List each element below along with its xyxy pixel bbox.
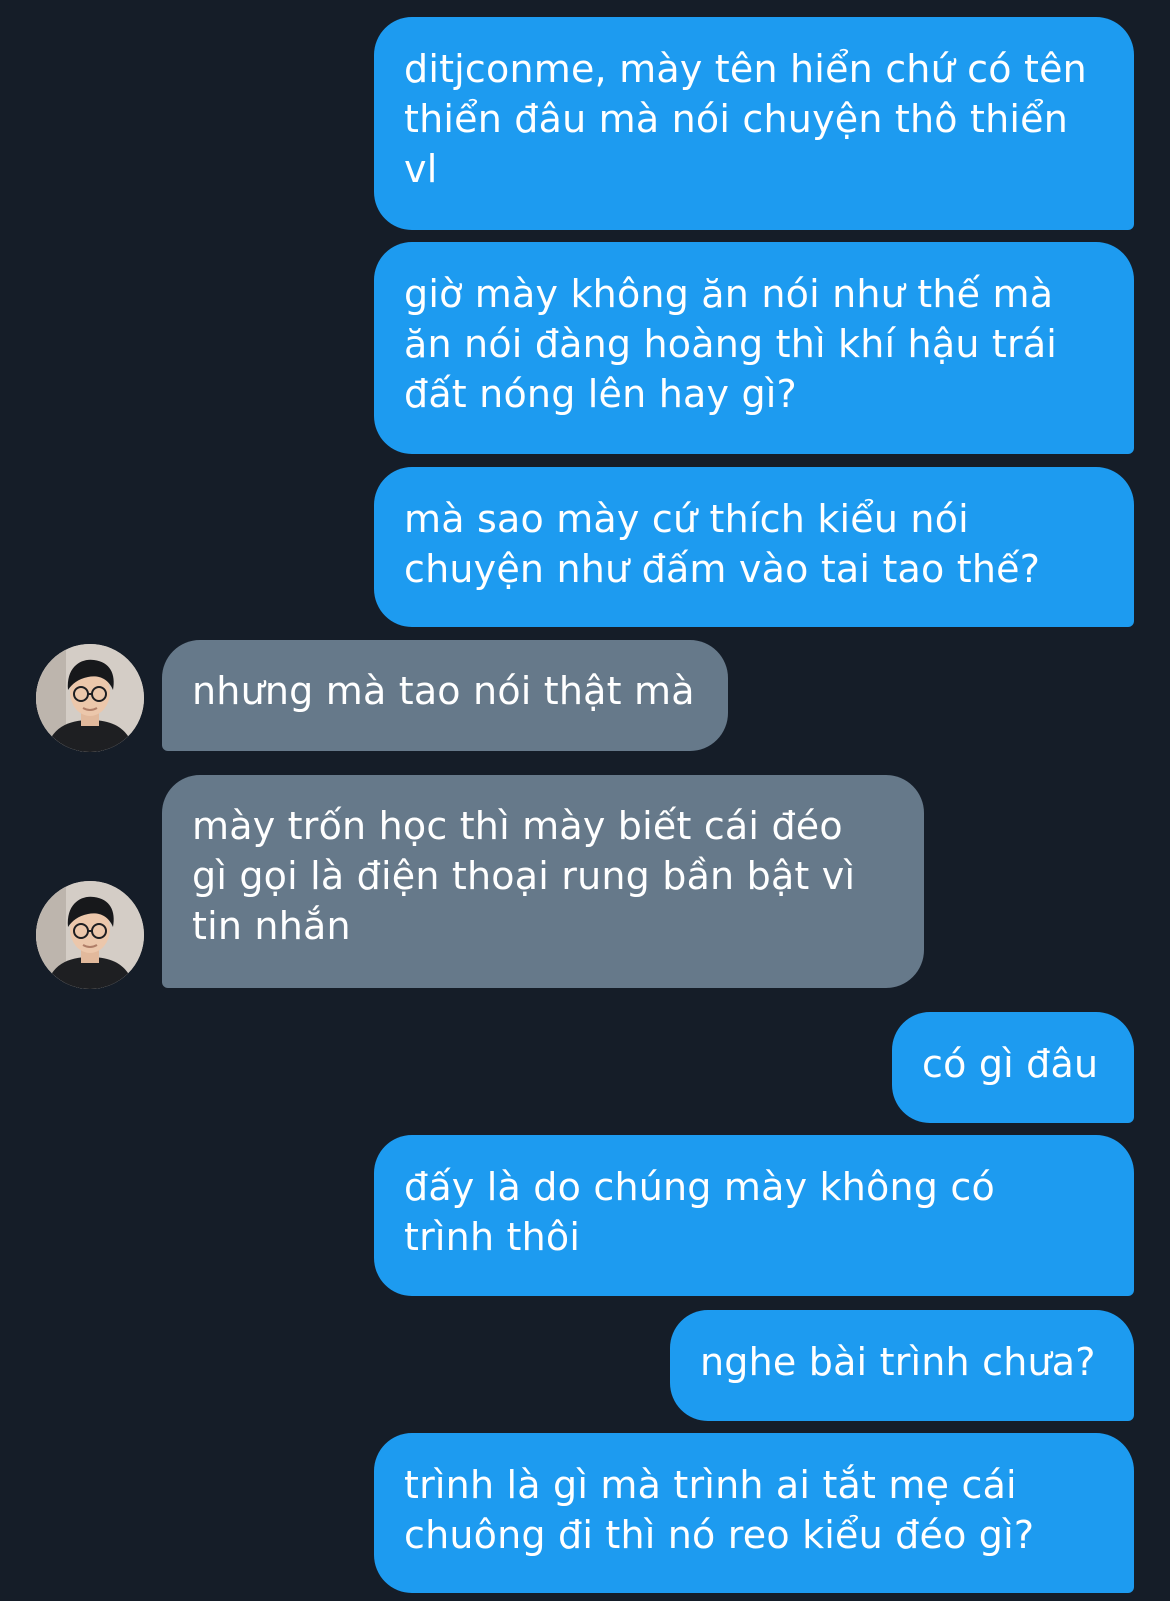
chat-thread: ditjconme, mày tên hiển chứ có tên thiển… <box>0 0 1170 1601</box>
contact-avatar[interactable] <box>36 881 144 989</box>
message-bubble-outgoing[interactable]: đấy là do chúng mày không có trình thôi <box>374 1135 1134 1296</box>
message-bubble-outgoing[interactable]: có gì đâu <box>892 1012 1134 1123</box>
contact-avatar-photo-icon <box>36 881 144 989</box>
message-bubble-outgoing[interactable]: ditjconme, mày tên hiển chứ có tên thiển… <box>374 17 1134 230</box>
message-bubble-outgoing[interactable]: nghe bài trình chưa? <box>670 1310 1134 1421</box>
message-bubble-incoming[interactable]: nhưng mà tao nói thật mà <box>162 640 728 751</box>
contact-avatar[interactable] <box>36 644 144 752</box>
message-bubble-outgoing[interactable]: mà sao mày cứ thích kiểu nói chuyện như … <box>374 467 1134 627</box>
message-bubble-outgoing[interactable]: trình là gì mà trình ai tắt mẹ cái chuôn… <box>374 1433 1134 1593</box>
message-bubble-incoming[interactable]: mày trốn học thì mày biết cái đéo gì gọi… <box>162 775 924 988</box>
contact-avatar-photo-icon <box>36 644 144 752</box>
message-bubble-outgoing[interactable]: giờ mày không ăn nói như thế mà ăn nói đ… <box>374 242 1134 454</box>
